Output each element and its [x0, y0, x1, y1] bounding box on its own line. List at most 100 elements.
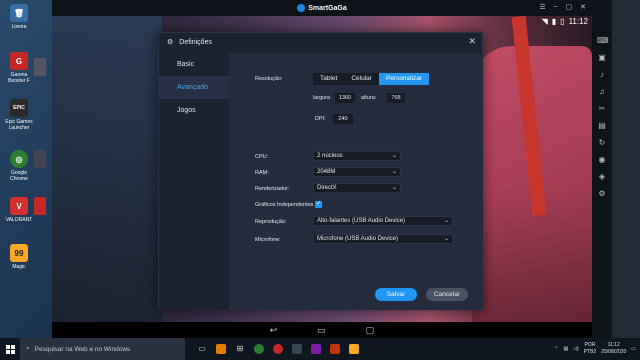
volume-icon[interactable]: ◁)	[573, 346, 579, 352]
desktop-icon-recycle-bin[interactable]: 🗑 Lixeira	[4, 4, 34, 30]
resolution-option-custom[interactable]: Personalizar	[378, 73, 430, 85]
desktop-icon-partial[interactable]	[34, 197, 46, 217]
battery-icon: ▯	[560, 17, 565, 26]
desktop-icon-epic-games[interactable]: EPIC Epic Games Launcher	[4, 99, 34, 131]
shake-icon[interactable]: ◈	[597, 172, 607, 182]
app-icon[interactable]	[311, 344, 321, 354]
chevron-down-icon: ⌄	[391, 185, 397, 191]
android-status-bar: ◥ ▮ ▯ 11:12	[542, 17, 588, 26]
settings-content: Resolução: Tablet Celular Personalizar l…	[229, 53, 483, 310]
app-icon[interactable]	[330, 344, 340, 354]
renderer-select[interactable]: DirectX ⌄	[313, 183, 401, 193]
home-icon[interactable]: ▭	[317, 325, 326, 336]
volume-up-icon[interactable]: ♪	[597, 70, 607, 80]
layout-code: PTB2	[583, 349, 597, 355]
graphics-checkbox[interactable]: ✓	[315, 201, 322, 208]
keyboard-icon[interactable]: ⌨	[597, 36, 609, 46]
chrome-icon[interactable]	[254, 344, 264, 354]
app-icon	[34, 197, 46, 215]
search-icon: ⌕	[26, 345, 30, 352]
desktop-icon-partial[interactable]	[34, 150, 46, 170]
desktop-icon-label: Epic Games Launcher	[5, 119, 33, 131]
signal-icon: ▮	[551, 17, 557, 26]
settings-gear-icon[interactable]: ⚙	[597, 189, 607, 199]
desktop-icon-garena[interactable]: G Garena Booster F	[4, 52, 34, 84]
scissors-icon[interactable]: ✂	[597, 104, 607, 114]
chrome-icon: ◎	[10, 150, 28, 168]
playback-select[interactable]: Alto-falantes (USB Audio Device) ⌄	[313, 216, 453, 226]
valorant-icon: V	[10, 197, 28, 215]
desktop-icon-label: Google Chrome	[10, 170, 28, 182]
start-button[interactable]	[0, 338, 20, 360]
resolution-option-tablet[interactable]: Tablet	[313, 73, 344, 85]
android-navbar: ↩ ▭ ▢	[52, 322, 592, 338]
emulator-titlebar: SmartGaGa ☰ – ▢ ✕	[52, 0, 592, 16]
resolution-label: Resolução:	[255, 76, 283, 82]
taskbar-clock[interactable]: 11:12 25/08/2020	[601, 342, 626, 356]
recents-icon[interactable]: ▢	[366, 325, 375, 336]
wallpaper-art	[52, 16, 162, 322]
emulator-sidebar: ⌨ ▣ ♪ ♫ ✂ ▤ ↻ ◉ ◈ ⚙	[592, 0, 612, 338]
renderer-label: Renderizador:	[255, 186, 290, 192]
file-explorer-icon[interactable]	[216, 344, 226, 354]
search-placeholder: Pesquisar na Web e no Windows	[34, 345, 131, 353]
app-icon[interactable]	[273, 344, 283, 354]
desktop-icon-partial[interactable]	[34, 58, 46, 78]
maximize-icon[interactable]: ▢	[566, 3, 573, 11]
height-input[interactable]: 768	[387, 93, 405, 103]
taskbar-apps: ▭ ⊞	[185, 344, 359, 354]
nav-item-games[interactable]: Jogos	[159, 99, 229, 122]
notifications-icon[interactable]: ▭	[631, 346, 636, 352]
gear-icon: ⚙	[167, 39, 174, 46]
store-icon[interactable]: ⊞	[235, 344, 245, 354]
epic-games-icon: EPIC	[10, 99, 28, 117]
dialog-title: Definições	[179, 38, 212, 46]
taskbar-search[interactable]: ⌕ Pesquisar na Web e no Windows	[20, 338, 185, 360]
location-icon[interactable]: ◉	[597, 155, 607, 165]
dpi-label: DPI:	[315, 116, 326, 122]
keyboard-layout[interactable]: POR PTB2	[584, 342, 597, 356]
desktop-icon-label: Lixeira	[11, 24, 27, 30]
wifi-icon: ◥	[541, 17, 548, 26]
recycle-bin-icon: 🗑	[10, 4, 28, 22]
dpi-input[interactable]: 240	[333, 114, 353, 124]
width-input[interactable]: 1360	[335, 93, 355, 103]
ram-select[interactable]: 2048M ⌄	[313, 167, 401, 177]
app-icon	[34, 150, 46, 168]
rotate-icon[interactable]: ↻	[597, 138, 607, 148]
ram-label: RAM:	[255, 170, 269, 176]
desktop-icon-label: VALORANT	[5, 217, 33, 223]
microphone-value: Microfone (USB Audio Device)	[317, 236, 399, 242]
width-label: largura	[313, 95, 331, 101]
resolution-option-phone[interactable]: Celular	[344, 73, 379, 85]
tray-chevron-icon[interactable]: ⌃	[554, 346, 558, 352]
microphone-select[interactable]: Microfone (USB Audio Device) ⌄	[313, 234, 453, 244]
volume-down-icon[interactable]: ♫	[597, 87, 607, 97]
desktop-icon-chrome[interactable]: ◎ Google Chrome	[4, 150, 34, 182]
emulator-logo: SmartGaGa	[297, 4, 347, 12]
cpu-value: 2 núcleos	[317, 153, 343, 159]
apk-icon[interactable]: ▤	[597, 121, 607, 131]
back-icon[interactable]: ↩	[270, 325, 278, 336]
app-icon[interactable]	[292, 344, 302, 354]
network-icon[interactable]: ▤	[563, 346, 568, 352]
minimize-icon[interactable]: –	[554, 3, 558, 11]
desktop-icon-magic[interactable]: 99 Magic	[4, 244, 34, 270]
smartgaga-taskbar-icon[interactable]	[349, 344, 359, 354]
dialog-close-icon[interactable]: ✕	[468, 36, 476, 47]
nav-item-advanced[interactable]: Avançado	[159, 76, 229, 99]
task-view-icon[interactable]: ▭	[197, 344, 207, 354]
app-icon	[34, 58, 46, 76]
chevron-down-icon: ⌄	[443, 218, 449, 224]
menu-icon[interactable]: ☰	[539, 3, 545, 11]
windows-logo-icon	[5, 344, 15, 354]
cpu-select[interactable]: 2 núcleos ⌄	[313, 151, 401, 161]
window-controls: ☰ – ▢ ✕	[539, 3, 586, 11]
save-button[interactable]: Salvar	[375, 288, 417, 301]
desktop-icon-valorant[interactable]: V VALORANT	[4, 197, 34, 223]
cancel-button[interactable]: Cancelar	[426, 288, 468, 301]
close-icon[interactable]: ✕	[580, 3, 586, 11]
nav-item-basic[interactable]: Basic	[159, 53, 229, 76]
renderer-value: DirectX	[317, 185, 337, 191]
screenshot-icon[interactable]: ▣	[597, 53, 607, 63]
